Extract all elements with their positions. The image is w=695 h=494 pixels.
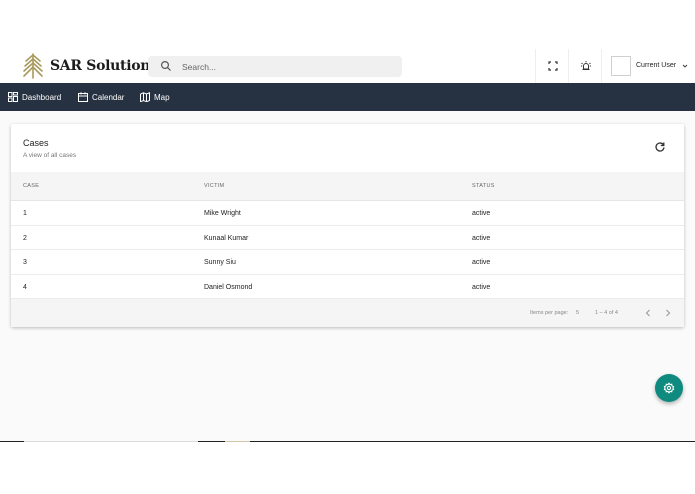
items-per-page-label: Items per page: <box>530 310 569 316</box>
column-header-victim[interactable]: VICTIM <box>204 183 224 189</box>
top-bar: SAR Solutions Search... Current User <box>0 49 695 83</box>
pine-tree-logo <box>23 53 43 79</box>
column-header-status[interactable]: STATUS <box>472 183 495 189</box>
search-input[interactable] <box>182 58 392 75</box>
cell-victim: Sunny Siu <box>204 259 236 266</box>
nav-label-dashboard: Dashboard <box>22 92 62 102</box>
user-name: Current User <box>636 62 677 69</box>
cases-title: Cases <box>23 138 49 148</box>
user-menu[interactable]: Current User <box>601 49 695 83</box>
table-row[interactable]: 1 Mike Wright active <box>11 201 684 226</box>
table-paginator: Items per page: 5 1 – 4 of 4 <box>11 299 684 327</box>
chevron-left-icon[interactable] <box>642 307 654 319</box>
page-range: 1 – 4 of 4 <box>595 310 618 316</box>
dashboard-icon <box>8 92 18 102</box>
table-row[interactable]: 4 Daniel Osmond active <box>11 275 684 299</box>
chevron-right-icon[interactable] <box>662 307 674 319</box>
divider-segment <box>24 441 198 442</box>
cell-victim: Mike Wright <box>204 210 241 217</box>
nav-label-map: Map <box>154 92 170 102</box>
chevron-down-icon <box>682 64 688 68</box>
alarm-icon <box>580 61 591 70</box>
table-header: CASE VICTIM STATUS <box>11 172 684 201</box>
nav-item-dashboard[interactable]: Dashboard <box>8 83 61 111</box>
cases-card: Cases A view of all cases CASE VICTIM ST… <box>11 124 684 327</box>
nav-label-calendar: Calendar <box>92 92 125 102</box>
cell-victim: Daniel Osmond <box>204 283 253 291</box>
cell-case: 4 <box>23 283 27 291</box>
divider-segment <box>225 441 250 442</box>
table-row[interactable]: 2 Kunaal Kumar active <box>11 226 684 250</box>
settings-icon <box>663 382 675 394</box>
nav-item-map[interactable]: Map <box>140 83 170 111</box>
settings-fab-button[interactable] <box>655 374 683 402</box>
map-icon <box>140 92 150 102</box>
cell-victim: Kunaal Kumar <box>204 234 249 242</box>
app-window: SAR Solutions Search... Current User Das… <box>0 49 695 442</box>
cell-status: active <box>472 259 491 266</box>
cases-subtitle: A view of all cases <box>23 152 77 159</box>
search-box[interactable] <box>148 56 402 77</box>
calendar-icon <box>78 92 88 102</box>
refresh-icon[interactable] <box>654 141 666 153</box>
fullscreen-icon <box>547 61 558 71</box>
alarm-button[interactable] <box>568 49 602 83</box>
brand-name: SAR Solutions <box>50 58 158 74</box>
cell-status: active <box>472 234 491 242</box>
avatar <box>611 56 631 76</box>
fullscreen-button[interactable] <box>535 49 569 83</box>
viewport: SAR Solutions Search... Current User Das… <box>0 0 695 494</box>
items-per-page-select[interactable]: 5 <box>576 310 579 316</box>
table-row[interactable]: 3 Sunny Siu active <box>11 250 684 275</box>
main-nav: Dashboard Calendar Map <box>0 83 695 111</box>
cell-status: active <box>472 210 491 217</box>
cell-case: 3 <box>23 259 27 266</box>
nav-item-calendar[interactable]: Calendar <box>78 83 124 111</box>
cell-status: active <box>472 283 491 291</box>
cell-case: 2 <box>23 234 27 242</box>
cell-case: 1 <box>23 210 27 217</box>
column-header-case[interactable]: CASE <box>23 183 39 189</box>
search-icon <box>160 60 171 71</box>
